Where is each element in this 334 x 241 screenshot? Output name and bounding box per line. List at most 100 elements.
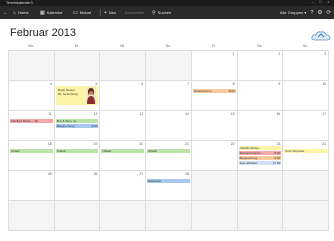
event-time: 9:00 — [91, 124, 98, 128]
cloud-sync-icon[interactable] — [310, 29, 332, 43]
day-number: 14 — [185, 112, 189, 116]
calendar-event[interactable]: Zahnarzt kontro... 8:00 — [238, 151, 282, 155]
day-cell[interactable] — [283, 171, 329, 201]
day-cell[interactable] — [9, 51, 55, 81]
day-cell[interactable] — [283, 201, 329, 231]
day-cell[interactable]: 18 Urlaub — [9, 141, 55, 171]
help-icon[interactable]: ? — [310, 10, 313, 16]
calendar-event[interactable]: Flm & Sam. 1t... — [55, 119, 99, 123]
day-cell[interactable] — [146, 201, 192, 231]
event-time: 8:00 — [274, 151, 281, 155]
day-cell[interactable] — [146, 51, 192, 81]
calendar-event[interactable]: Auto abholen 17:00 — [238, 161, 282, 165]
day-cell[interactable]: 17 — [283, 111, 329, 141]
group-filter-dropdown[interactable]: Alle Gruppen ▾ — [280, 10, 306, 15]
toolbar-right: Alle Gruppen ▾ ? ⚙ ⟳ — [280, 6, 331, 19]
day-cell[interactable] — [237, 171, 284, 201]
day-cell[interactable] — [54, 201, 101, 231]
day-cell[interactable]: 28 Elektrisch — [146, 171, 192, 201]
calendar-event[interactable]: Urlaub — [10, 149, 53, 153]
day-number: 20 — [139, 142, 144, 146]
calendar-event[interactable]: Elektrisch — [147, 179, 190, 183]
day-cell[interactable] — [100, 51, 147, 81]
day-cell[interactable]: 1 — [191, 51, 238, 81]
calendar-event[interactable]: Urlaub — [101, 149, 145, 153]
event-title: Zahnarzt kontro... — [239, 151, 264, 155]
day-number: 27 — [139, 172, 144, 176]
day-number: 25 — [47, 172, 52, 176]
day-cell[interactable]: 3 — [283, 51, 329, 81]
day-cell[interactable]: 6 — [100, 81, 147, 111]
event-title: Urlaub — [102, 149, 112, 153]
day-cell[interactable] — [191, 171, 238, 201]
day-cell[interactable]: 19 Urlaub — [54, 141, 101, 171]
day-cell[interactable] — [191, 201, 238, 231]
day-cell[interactable]: 20 Urlaub — [100, 141, 147, 171]
search-button[interactable]: ⚲ Suchen — [152, 6, 171, 19]
edit-button[interactable]: Bearbeiten — [125, 6, 144, 19]
weekday-label: So — [302, 44, 308, 48]
home-button[interactable]: ⌂ Home — [13, 6, 29, 19]
new-button[interactable]: + Neu — [104, 6, 116, 19]
day-cell[interactable]: 27 — [100, 171, 147, 201]
day-cell[interactable]: 15 — [191, 111, 238, 141]
day-cell[interactable]: 26 — [54, 171, 101, 201]
day-number: 11 — [48, 112, 52, 116]
day-cell[interactable] — [100, 201, 147, 231]
sync-icon[interactable]: ⟳ — [326, 10, 331, 16]
day-number: 9 — [278, 82, 281, 86]
event-time: 17:00 — [272, 161, 281, 165]
home-label: Home — [18, 10, 29, 15]
day-number: 8 — [232, 82, 235, 86]
day-cell[interactable]: 8 Friseurtermin 8:00 — [191, 81, 238, 111]
month-button[interactable]: ▭ Monat — [73, 6, 91, 19]
day-cell[interactable]: 12 Flm & Sam. 1t... Besprechung 9:00 — [54, 111, 101, 141]
day-cell[interactable]: 23 Claudia Muste... Zahnarzt kontro... 8:00… — [237, 141, 284, 171]
calendar-event[interactable]: Urlaub — [147, 149, 190, 153]
day-cell[interactable]: 10 — [283, 81, 329, 111]
day-cell[interactable] — [9, 201, 55, 231]
calendar-button[interactable]: ▦ Kalender — [40, 6, 63, 19]
event-title: Flm & Sam. 1t... — [56, 119, 79, 123]
day-number: 4 — [49, 82, 52, 86]
calendar-event[interactable]: Claudia Muste... — [238, 146, 282, 150]
day-cell[interactable]: 22 — [191, 141, 238, 171]
day-cell[interactable]: 25 — [9, 171, 55, 201]
settings-icon[interactable]: ⚙ — [317, 10, 322, 16]
weekday-label: Mi — [120, 44, 125, 48]
maximize-button[interactable]: □ — [317, 0, 324, 5]
calendar-event[interactable]: Foto Opposite ... — [284, 149, 327, 153]
day-cell[interactable] — [237, 201, 284, 231]
day-cell[interactable]: 4 — [9, 81, 55, 111]
day-cell[interactable]: 7 — [146, 81, 192, 111]
home-icon: ⌂ — [13, 9, 17, 16]
day-cell[interactable]: 5 Mady Muster 30. Geburtstag — [54, 81, 101, 111]
calendar-label: Kalender — [46, 10, 63, 15]
event-title: Besprechung — [56, 124, 75, 128]
calendar-event[interactable]: Friseurtermin 8:00 — [192, 89, 236, 93]
toolbar-separator — [100, 9, 101, 16]
minimize-button[interactable]: – — [309, 0, 316, 5]
event-title: Besprechung ... — [239, 156, 261, 160]
back-button[interactable]: ← — [3, 6, 10, 19]
add-icon: + — [104, 9, 107, 16]
day-cell[interactable]: 21 Urlaub — [146, 141, 192, 171]
event-time: 9:00 — [274, 156, 281, 160]
calendar-event[interactable]: Besprechung 9:00 — [55, 124, 99, 128]
day-cell[interactable] — [54, 51, 101, 81]
calendar-event[interactable]: Besprechung ... 9:00 — [238, 156, 282, 160]
close-button[interactable]: × — [325, 0, 332, 5]
day-number: 2 — [278, 52, 281, 56]
calendar-event[interactable]: Manfred Muste... 40 — [10, 119, 53, 123]
birthday-event[interactable]: Mady Muster 30. Geburtstag — [55, 86, 98, 105]
calendar-event[interactable]: Urlaub — [55, 149, 99, 153]
day-cell[interactable]: 24 Foto Opposite ... — [283, 141, 329, 171]
day-cell[interactable]: 14 — [146, 111, 192, 141]
day-cell[interactable]: 2 — [237, 51, 284, 81]
day-cell[interactable]: 11 Manfred Muste... 40 — [9, 111, 55, 141]
event-title: Auto abholen — [239, 161, 258, 165]
day-cell[interactable]: 9 — [237, 81, 284, 111]
day-cell[interactable]: 13 — [100, 111, 147, 141]
search-icon: ⚲ — [152, 9, 156, 16]
day-cell[interactable]: 16 — [237, 111, 284, 141]
